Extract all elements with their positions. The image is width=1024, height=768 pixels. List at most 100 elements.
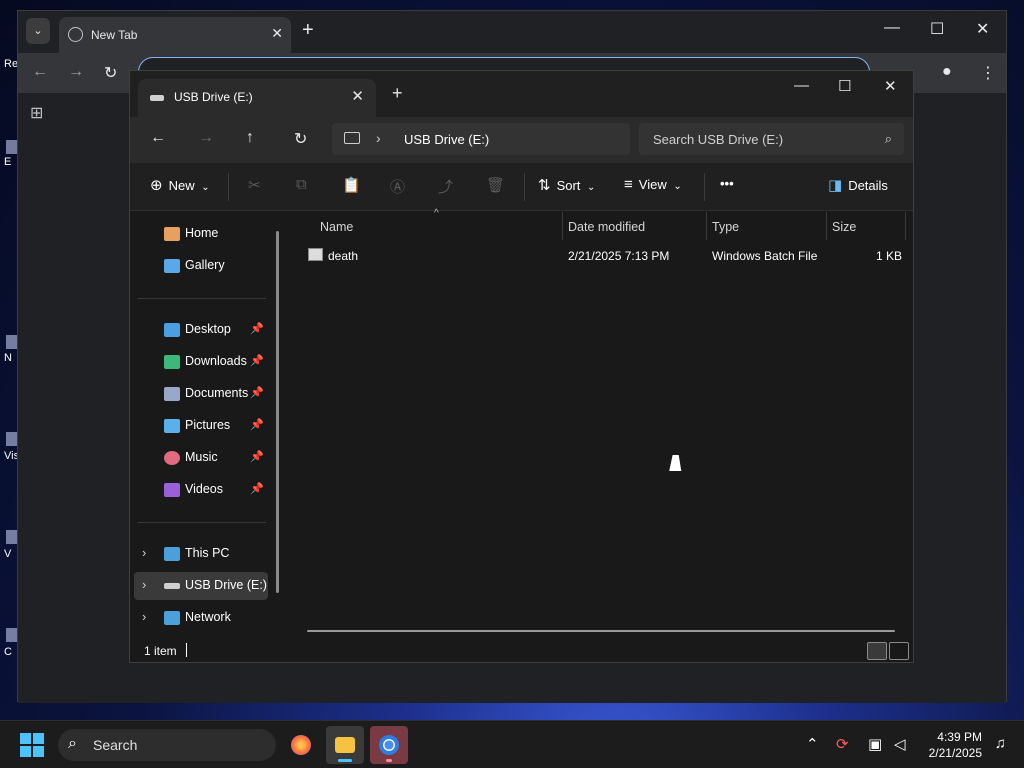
column-divider[interactable] <box>905 212 906 240</box>
expand-chevron-icon[interactable]: › <box>142 609 146 624</box>
taskbar-firefox[interactable] <box>282 726 320 764</box>
nav-item-gallery[interactable]: Gallery <box>134 252 268 280</box>
column-header-size[interactable]: Size <box>832 220 856 234</box>
taskbar-search-label: Search <box>93 737 138 753</box>
sort-button[interactable]: ⇅ Sort ⌄ <box>538 176 595 194</box>
windows-logo-icon <box>33 746 44 757</box>
nav-item-downloads[interactable]: Downloads 📌 <box>134 348 268 376</box>
globe-icon <box>68 27 83 42</box>
desktop-icon-label[interactable]: C <box>4 646 12 658</box>
refresh-icon[interactable]: ↻ <box>294 129 307 149</box>
start-button[interactable] <box>20 733 44 757</box>
volume-muted-icon[interactable]: ◁ <box>894 735 906 753</box>
details-button-label: Details <box>848 178 888 193</box>
chrome-minimize-button[interactable]: — <box>884 19 900 37</box>
show-hidden-icons-chevron[interactable]: ⌃ <box>806 735 819 753</box>
taskbar-chrome[interactable] <box>370 726 408 764</box>
desktop-icon-label[interactable]: E <box>4 156 11 168</box>
chrome-menu-icon[interactable]: ⋮ <box>980 63 996 83</box>
back-arrow-icon[interactable]: ← <box>150 129 166 147</box>
column-divider[interactable] <box>826 212 827 240</box>
delete-icon[interactable]: 🗑 <box>486 176 505 194</box>
copy-icon[interactable]: ⧉ <box>296 176 307 193</box>
explorer-close-button[interactable]: ✕ <box>884 77 897 95</box>
explorer-maximize-button[interactable]: ☐ <box>838 77 851 95</box>
expand-chevron-icon[interactable]: › <box>142 545 146 560</box>
nav-item-desktop[interactable]: Desktop 📌 <box>134 316 268 344</box>
nav-separator <box>138 298 266 299</box>
expand-chevron-icon[interactable]: › <box>142 577 146 592</box>
nav-item-pictures[interactable]: Pictures 📌 <box>134 412 268 440</box>
horizontal-scrollbar[interactable] <box>307 630 895 632</box>
search-input[interactable]: Search USB Drive (E:) ⌕ <box>639 123 904 155</box>
chrome-tab-close-icon[interactable]: ✕ <box>271 25 283 42</box>
share-icon[interactable]: ⤴ <box>438 176 453 197</box>
update-sync-icon[interactable]: ⟳ <box>836 735 849 753</box>
taskbar-clock[interactable]: 4:39 PM 2/21/2025 <box>929 729 982 761</box>
firefox-icon <box>291 735 311 755</box>
column-header-date-modified[interactable]: Date modified <box>568 220 645 234</box>
desktop-icon-label[interactable]: Re <box>4 58 18 70</box>
chevron-right-icon[interactable]: › <box>376 130 381 146</box>
paste-icon[interactable]: 📋 <box>342 176 361 194</box>
command-separator <box>524 173 525 201</box>
nav-item-videos[interactable]: Videos 📌 <box>134 476 268 504</box>
network-status-icon[interactable]: ▣ <box>868 735 882 753</box>
usb-drive-icon <box>164 583 180 589</box>
explorer-tab-close-icon[interactable]: ✕ <box>351 87 364 105</box>
clock-date: 2/21/2025 <box>928 746 982 760</box>
windows-logo-icon <box>20 733 31 744</box>
nav-pane-scrollbar[interactable] <box>276 231 279 593</box>
nav-item-label: Gallery <box>185 258 225 272</box>
pin-icon: 📌 <box>250 323 264 335</box>
up-arrow-icon[interactable]: ↑ <box>246 129 254 147</box>
chrome-new-tab-button[interactable]: + <box>302 19 314 42</box>
chrome-close-button[interactable]: ✕ <box>976 19 989 39</box>
new-button[interactable]: ⊕ New ⌄ <box>150 176 210 194</box>
nav-item-music[interactable]: Music 📌 <box>134 444 268 472</box>
explorer-new-tab-button[interactable]: + <box>392 83 403 104</box>
view-button[interactable]: ≡ View ⌄ <box>624 176 682 193</box>
column-divider[interactable] <box>562 212 563 240</box>
nav-item-label: Documents <box>185 386 249 400</box>
nav-item-network[interactable]: › Network <box>134 604 268 632</box>
details-view-button[interactable] <box>867 642 887 660</box>
nav-item-label: USB Drive (E:) <box>185 578 267 592</box>
details-pane-button[interactable]: ◨ Details <box>828 176 888 194</box>
chrome-reload-button[interactable]: ↻ <box>104 63 117 83</box>
column-header-type[interactable]: Type <box>712 220 739 234</box>
chrome-forward-button[interactable]: → <box>68 63 84 81</box>
taskbar-file-explorer[interactable] <box>326 726 364 764</box>
rename-icon[interactable]: Ⓐ <box>390 176 405 197</box>
nav-item-usb-drive[interactable]: › USB Drive (E:) <box>134 572 268 600</box>
column-header-name[interactable]: Name <box>320 220 353 234</box>
desktop-icon-label[interactable]: V <box>4 548 11 560</box>
chrome-tab-new-tab[interactable]: New Tab ✕ <box>59 17 291 53</box>
notification-bell-icon[interactable]: ♫ <box>995 735 1006 752</box>
column-divider[interactable] <box>706 212 707 240</box>
large-icons-view-button[interactable] <box>889 642 909 660</box>
apps-grid-icon[interactable]: ⊞ <box>30 103 43 123</box>
breadcrumb-usb-drive[interactable]: USB Drive (E:) <box>404 132 489 147</box>
forward-arrow-icon[interactable]: → <box>198 129 214 147</box>
explorer-minimize-button[interactable]: — <box>794 77 809 94</box>
search-placeholder: Search USB Drive (E:) <box>653 132 784 147</box>
explorer-tab-usb-drive[interactable]: USB Drive (E:) ✕ <box>138 79 376 117</box>
nav-item-this-pc[interactable]: › This PC <box>134 540 268 568</box>
gallery-icon <box>164 259 180 273</box>
chrome-back-button[interactable]: ← <box>32 63 48 81</box>
nav-item-label: This PC <box>185 546 230 560</box>
table-row[interactable]: death 2/21/2025 7:13 PM Windows Batch Fi… <box>302 244 902 268</box>
profile-icon[interactable]: ● <box>942 63 952 81</box>
cut-icon[interactable]: ✂ <box>248 176 261 194</box>
more-options-button[interactable]: ••• <box>720 176 734 191</box>
chrome-maximize-button[interactable]: ☐ <box>930 19 944 39</box>
taskbar-search-box[interactable]: ⌕ Search <box>58 729 276 761</box>
tab-search-chevron-icon[interactable]: ⌄ <box>26 18 50 44</box>
address-bar[interactable]: › USB Drive (E:) <box>332 123 630 155</box>
nav-item-documents[interactable]: Documents 📌 <box>134 380 268 408</box>
item-count: 1 item <box>144 644 177 658</box>
desktop-icon-label[interactable]: N <box>4 352 12 364</box>
music-icon <box>164 451 180 465</box>
nav-item-home[interactable]: Home <box>134 220 268 248</box>
